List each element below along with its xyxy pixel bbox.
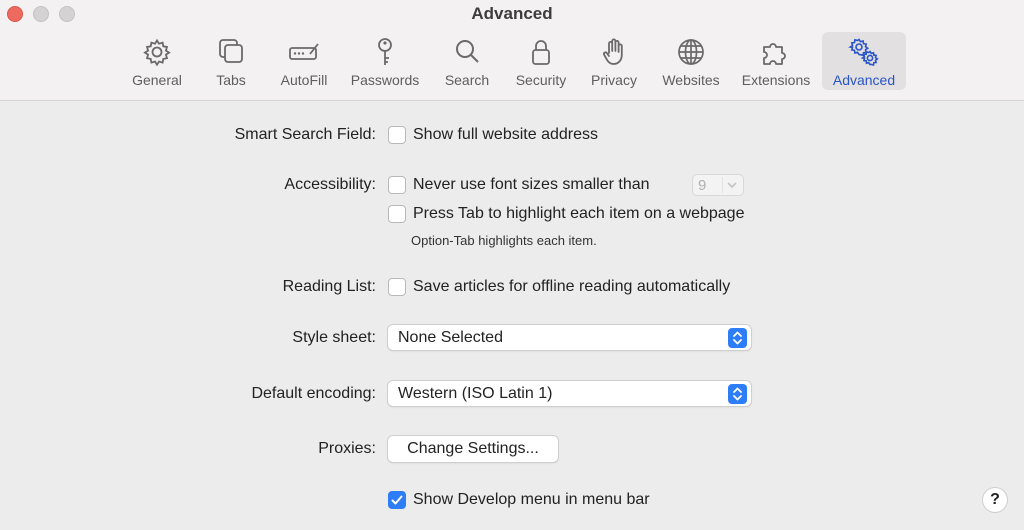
- help-button[interactable]: ?: [982, 487, 1008, 513]
- proxies-label: Proxies:: [318, 440, 376, 457]
- tab-extensions[interactable]: Extensions: [736, 32, 816, 90]
- chevron-down-icon: [722, 177, 740, 193]
- tab-tabs-label: Tabs: [216, 72, 246, 88]
- search-icon: [451, 36, 483, 68]
- tab-security[interactable]: Security: [508, 32, 574, 90]
- tab-search-label: Search: [444, 72, 490, 88]
- tab-extensions-label: Extensions: [741, 72, 811, 88]
- style-sheet-value: None Selected: [398, 329, 503, 346]
- up-down-chevron-icon: [728, 384, 747, 404]
- default-encoding-value: Western (ISO Latin 1): [398, 385, 553, 402]
- reading-list-label: Reading List:: [282, 278, 376, 295]
- tab-privacy[interactable]: Privacy: [585, 32, 643, 90]
- gears-icon: [848, 36, 880, 68]
- default-encoding-select[interactable]: Western (ISO Latin 1): [387, 380, 752, 407]
- offline-reading-checkbox[interactable]: [388, 278, 406, 296]
- up-down-chevron-icon: [728, 328, 747, 348]
- tab-tabs[interactable]: Tabs: [204, 32, 258, 90]
- min-font-size-checkbox[interactable]: [388, 176, 406, 194]
- checkmark-icon: [391, 495, 403, 505]
- tab-security-label: Security: [515, 72, 567, 88]
- tab-general[interactable]: General: [127, 32, 187, 90]
- accessibility-label: Accessibility:: [284, 176, 376, 193]
- tab-highlight-text: Press Tab to highlight each item on a we…: [413, 205, 745, 222]
- tab-privacy-label: Privacy: [591, 72, 637, 88]
- tab-autofill[interactable]: AutoFill: [274, 32, 334, 90]
- show-full-address-text: Show full website address: [413, 126, 598, 143]
- change-settings-button[interactable]: Change Settings...: [387, 435, 559, 463]
- key-icon: [369, 36, 401, 68]
- gear-icon: [141, 36, 173, 68]
- default-encoding-label: Default encoding:: [251, 385, 376, 402]
- autofill-icon: [288, 36, 320, 68]
- show-full-address-checkbox[interactable]: [388, 126, 406, 144]
- tab-general-label: General: [132, 72, 182, 88]
- min-font-size-select[interactable]: 9: [692, 174, 744, 196]
- lock-icon: [525, 36, 557, 68]
- tabs-icon: [215, 36, 247, 68]
- preferences-toolbar: General Tabs AutoFill Passwords Search S…: [0, 32, 1024, 92]
- show-develop-menu-checkbox[interactable]: [388, 491, 406, 509]
- tab-autofill-label: AutoFill: [280, 72, 328, 88]
- min-font-size-value: 9: [698, 177, 707, 194]
- tab-search[interactable]: Search: [437, 32, 497, 90]
- style-sheet-select[interactable]: None Selected: [387, 324, 752, 351]
- show-develop-menu-text: Show Develop menu in menu bar: [413, 491, 650, 508]
- title-bar: Advanced General Tabs AutoFill Passwords…: [0, 0, 1024, 101]
- window-title: Advanced: [471, 4, 553, 23]
- smart-search-label: Smart Search Field:: [234, 126, 376, 143]
- globe-icon: [675, 36, 707, 68]
- puzzle-icon: [760, 36, 792, 68]
- tab-passwords[interactable]: Passwords: [345, 32, 425, 90]
- tab-advanced[interactable]: Advanced: [822, 32, 906, 90]
- tab-websites-label: Websites: [662, 72, 720, 88]
- tab-advanced-label: Advanced: [832, 72, 896, 88]
- tab-passwords-label: Passwords: [350, 72, 420, 88]
- offline-reading-text: Save articles for offline reading automa…: [413, 278, 731, 295]
- tab-websites[interactable]: Websites: [655, 32, 727, 90]
- style-sheet-label: Style sheet:: [292, 329, 376, 346]
- option-tab-hint: Option-Tab highlights each item.: [411, 233, 597, 248]
- min-font-size-text: Never use font sizes smaller than: [413, 176, 650, 193]
- hand-icon: [598, 36, 630, 68]
- tab-highlight-checkbox[interactable]: [388, 205, 406, 223]
